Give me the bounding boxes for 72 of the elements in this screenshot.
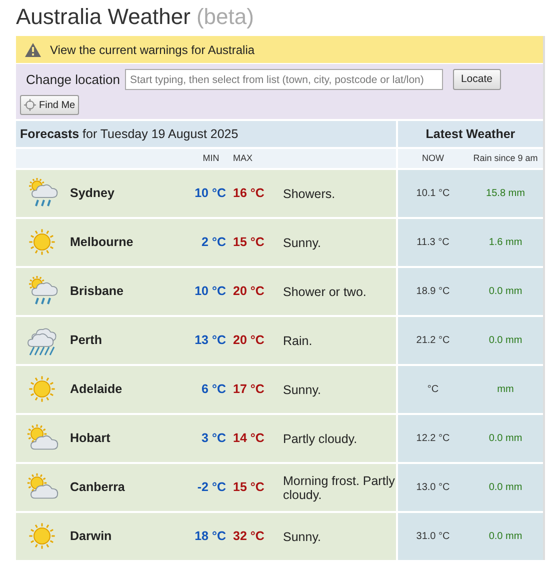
forecast-header: Forecasts for Tuesday 19 August 2025 (16, 121, 396, 147)
city-name: Darwin (70, 528, 113, 546)
min-temperature: -2 °C (196, 479, 226, 496)
max-temperature: 14 °C (233, 430, 266, 448)
forecast-row[interactable]: Canberra -2 °C 15 °C Morning frost. Partly cloudy. (16, 464, 396, 511)
city-name: Sydney (70, 185, 116, 202)
warning-banner[interactable]: View the current warnings for Australia (16, 36, 543, 63)
forecast-row[interactable]: Melbourne 2 °C 15 °C Sunny. (16, 219, 396, 266)
forecast-text: Morning frost. Partly cloudy. (283, 474, 395, 502)
min-temperature: 18 °C (194, 528, 226, 546)
forecast-text: Sunny. (283, 382, 322, 396)
rainfall: 0.0 mm (488, 334, 524, 348)
rainfall: mm (496, 383, 515, 397)
find-me-button[interactable]: Find Me (20, 95, 80, 115)
forecast-row[interactable]: Sydney 10 °C 16 °C Showers. (16, 170, 396, 217)
city-name: Adelaide (70, 381, 124, 398)
forecast-row[interactable]: Darwin 18 °C 32 °C Sunny. (16, 513, 396, 560)
min-temperature: 3 °C (200, 430, 226, 448)
forecast-text: Partly cloudy. (283, 432, 358, 446)
warning-link[interactable]: View the current warnings for Australia (50, 40, 255, 58)
forecast-text: Sunny. (283, 236, 322, 250)
max-temperature: 20 °C (233, 332, 266, 350)
city-name: Canberra (70, 479, 126, 496)
forecast-row[interactable]: Perth 13 °C 20 °C Rain. (16, 317, 396, 364)
min-temperature: 10 °C (194, 283, 226, 300)
current-temperature: 18.9 °C (415, 285, 451, 299)
current-temperature: 12.2 °C (415, 432, 451, 446)
page-title: Australia Weather (16, 3, 190, 31)
warning-icon (24, 42, 42, 58)
min-temperature: 6 °C (200, 381, 226, 398)
max-temperature: 32 °C (233, 528, 266, 546)
min-column-header: MIN (202, 152, 220, 165)
current-temperature: °C (426, 383, 440, 397)
rainfall: 0.0 mm (488, 285, 524, 299)
city-name: Melbourne (70, 234, 134, 252)
current-temperature: 10.1 °C (415, 187, 451, 201)
max-temperature: 20 °C (233, 283, 266, 300)
max-temperature: 15 °C (233, 479, 266, 496)
forecast-row[interactable]: Adelaide 6 °C 17 °C Sunny. (16, 366, 396, 413)
forecast-text: Shower or two. (283, 284, 368, 298)
min-temperature: 13 °C (194, 332, 226, 350)
forecast-text: Sunny. (283, 530, 322, 544)
city-name: Perth (70, 332, 103, 350)
rainfall: 1.6 mm (488, 236, 524, 250)
current-temperature: 31.0 °C (415, 530, 451, 544)
rainfall: 0.0 mm (488, 481, 524, 495)
max-column-header: MAX (233, 152, 253, 165)
location-input[interactable]: Start typing, then select from list (town, city, postcode or lat/lon) (124, 69, 443, 90)
latest-weather-header: Latest Weather (398, 121, 543, 147)
current-temperature: 11.3 °C (416, 236, 450, 250)
beta-label: (beta) (196, 3, 254, 31)
forecast-row[interactable]: Brisbane 10 °C 20 °C Shower or two. (16, 268, 396, 315)
min-temperature: 2 °C (200, 234, 226, 252)
rain-column-header: Rain since 9 am (472, 152, 539, 165)
rainfall: 0.0 mm (488, 530, 524, 544)
locate-button[interactable]: Locate (452, 69, 500, 90)
current-temperature: 13.0 °C (415, 481, 451, 495)
forecast-text: Showers. (283, 186, 336, 200)
forecast-row[interactable]: Hobart 3 °C 14 °C Partly cloudy. (16, 415, 396, 462)
max-temperature: 17 °C (233, 381, 266, 398)
change-location-label: Change location (26, 70, 120, 89)
crosshair-icon (24, 99, 36, 111)
rainfall: 0.0 mm (488, 432, 524, 446)
now-column-header: NOW (421, 152, 445, 165)
city-name: Brisbane (70, 283, 124, 300)
city-name: Hobart (70, 430, 112, 448)
max-temperature: 15 °C (233, 234, 266, 252)
current-temperature: 21.2 °C (415, 334, 451, 348)
rainfall: 15.8 mm (485, 187, 526, 201)
max-temperature: 16 °C (233, 185, 266, 202)
min-temperature: 10 °C (194, 185, 226, 202)
forecast-text: Rain. (283, 334, 314, 348)
